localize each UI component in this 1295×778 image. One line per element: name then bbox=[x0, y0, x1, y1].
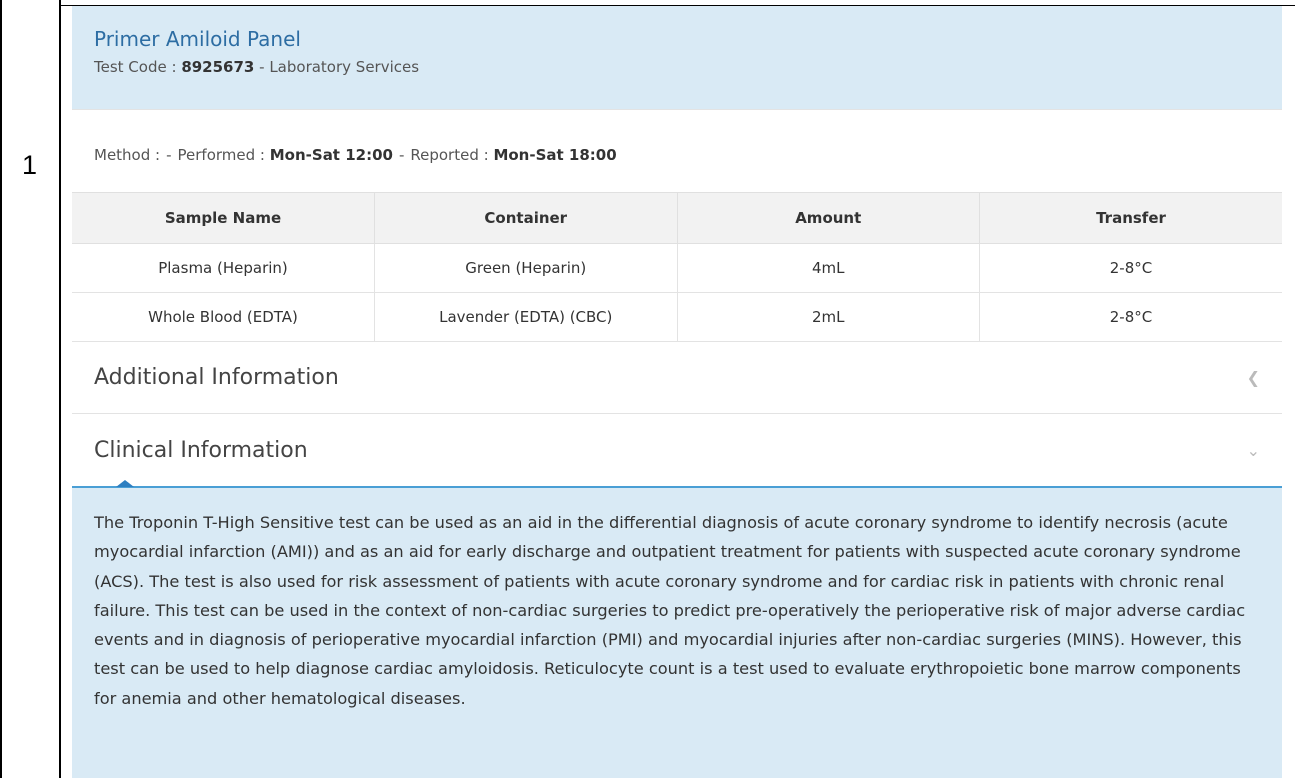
table-cell: Green (Heparin) bbox=[374, 243, 678, 293]
separator: - bbox=[398, 146, 405, 164]
column-header: Transfer bbox=[979, 192, 1282, 244]
frame-column-divider bbox=[59, 0, 61, 778]
clinical-information-title: Clinical Information bbox=[94, 437, 308, 463]
chevron-left-icon: ❮ bbox=[1246, 368, 1260, 387]
test-subtitle: Test Code : 8925673 - Laboratory Service… bbox=[94, 58, 1260, 76]
table-cell: 4mL bbox=[677, 243, 980, 293]
test-title[interactable]: Primer Amiloid Panel bbox=[94, 24, 1260, 54]
column-header: Sample Name bbox=[72, 192, 375, 244]
table-cell: Plasma (Heparin) bbox=[72, 243, 375, 293]
column-header: Container bbox=[374, 192, 678, 244]
performed-label: Performed : bbox=[177, 146, 265, 164]
column-header: Amount bbox=[677, 192, 980, 244]
method-value: - bbox=[166, 146, 172, 164]
service-name: - Laboratory Services bbox=[254, 58, 420, 76]
reported-value: Mon-Sat 18:00 bbox=[493, 146, 617, 164]
test-code-label: Test Code : bbox=[94, 58, 182, 76]
active-caret-icon bbox=[116, 480, 134, 487]
table-row: Whole Blood (EDTA) Lavender (EDTA) (CBC)… bbox=[72, 292, 1282, 342]
test-panel: Primer Amiloid Panel Test Code : 8925673… bbox=[72, 6, 1282, 778]
table-cell: 2-8°C bbox=[979, 243, 1282, 293]
performed-value: Mon-Sat 12:00 bbox=[269, 146, 393, 164]
method-line: Method : - Performed : Mon-Sat 12:00- Repor… bbox=[72, 109, 1282, 192]
chevron-down-icon: ⌄ bbox=[1246, 440, 1260, 460]
row-number: 1 bbox=[22, 150, 38, 180]
table-cell: 2mL bbox=[677, 292, 980, 342]
table-row: Plasma (Heparin) Green (Heparin) 4mL 2-8… bbox=[72, 243, 1282, 293]
additional-information-toggle[interactable]: Additional Information ❮ bbox=[72, 342, 1282, 414]
additional-information-title: Additional Information bbox=[94, 365, 339, 390]
test-code: 8925673 bbox=[181, 58, 255, 76]
table-header-row: Sample Name Container Amount Transfer bbox=[72, 192, 1282, 244]
sample-table: Sample Name Container Amount Transfer Pl… bbox=[72, 192, 1282, 342]
table-cell: Lavender (EDTA) (CBC) bbox=[374, 292, 678, 342]
table-cell: Whole Blood (EDTA) bbox=[72, 292, 375, 342]
test-header: Primer Amiloid Panel Test Code : 8925673… bbox=[72, 6, 1282, 109]
method-label: Method : bbox=[94, 146, 161, 164]
clinical-information-toggle[interactable]: Clinical Information ⌄ bbox=[72, 414, 1282, 488]
frame-left-border bbox=[0, 0, 2, 778]
table-cell: 2-8°C bbox=[979, 292, 1282, 342]
clinical-information-body: The Troponin T-High Sensitive test can b… bbox=[72, 488, 1282, 778]
reported-label: Reported : bbox=[410, 146, 489, 164]
